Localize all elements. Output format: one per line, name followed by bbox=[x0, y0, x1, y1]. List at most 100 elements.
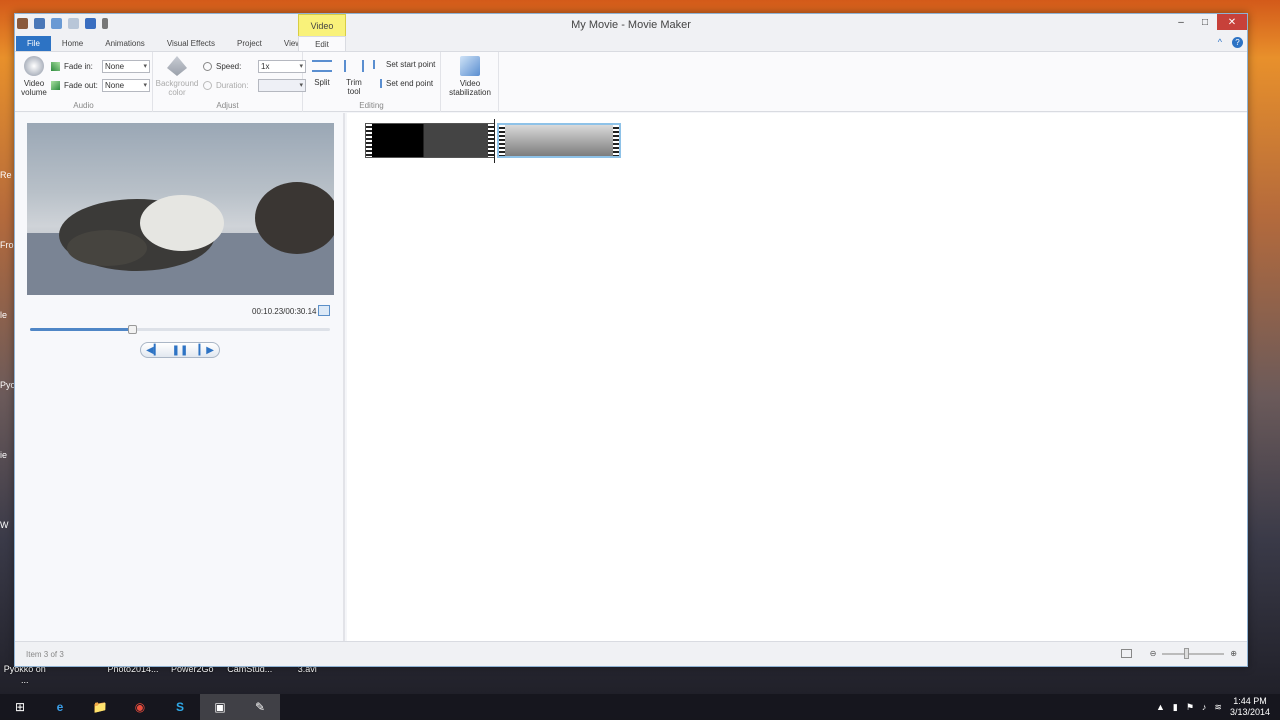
stabilization-icon bbox=[460, 56, 480, 76]
desktop-icon-label[interactable]: Power2Go bbox=[170, 664, 216, 694]
storyboard-view-icon[interactable] bbox=[1120, 649, 1132, 658]
tab-home[interactable]: Home bbox=[51, 36, 94, 51]
trim-tool-label: Trim tool bbox=[346, 78, 362, 96]
desktop-bottom-icons: Pyokko on ... Photo2014... Power2Go CamS… bbox=[0, 664, 330, 694]
video-stabilization-label: Video stabilization bbox=[449, 79, 491, 97]
fade-in-row: Fade in: None bbox=[51, 60, 150, 73]
editing-group-label: Editing bbox=[359, 101, 384, 110]
speaker-icon bbox=[24, 56, 44, 76]
audio-group: Video volume Fade in: None Fade out: Non… bbox=[15, 52, 153, 112]
editing-group: Split Trim tool Set start point Set end … bbox=[303, 52, 441, 112]
video-preview[interactable] bbox=[27, 123, 334, 295]
set-start-point-button[interactable]: Set start point bbox=[373, 60, 435, 69]
skype-icon[interactable]: S bbox=[160, 694, 200, 720]
clock-icon bbox=[203, 81, 212, 90]
tab-edit[interactable]: Edit bbox=[298, 36, 346, 51]
trim-icon bbox=[344, 60, 364, 72]
window-controls: – □ ✕ bbox=[1169, 14, 1247, 30]
desktop-left-icons: Re Fro le Pyo ie W bbox=[0, 170, 16, 590]
desktop-label[interactable]: Re bbox=[0, 170, 14, 180]
next-frame-button[interactable]: ▎▶ bbox=[199, 345, 214, 356]
speed-select[interactable]: 1x bbox=[258, 60, 306, 73]
desktop-label[interactable]: W bbox=[0, 520, 14, 530]
tab-file[interactable]: File bbox=[16, 36, 51, 51]
desktop-label[interactable]: le bbox=[0, 310, 14, 320]
zoom-in-button[interactable]: ⊕ bbox=[1230, 649, 1237, 658]
pause-button[interactable]: ❚❚ bbox=[172, 345, 189, 356]
tab-animations[interactable]: Animations bbox=[94, 36, 156, 51]
maximize-button[interactable]: □ bbox=[1193, 14, 1217, 30]
set-start-point-label: Set start point bbox=[386, 60, 436, 69]
fade-out-icon bbox=[51, 81, 60, 90]
stabilization-group: Video stabilization bbox=[441, 52, 499, 112]
video-stabilization-button[interactable]: Video stabilization bbox=[443, 56, 497, 97]
desktop-icon-label[interactable]: CamStud... bbox=[227, 664, 273, 694]
end-point-icon bbox=[373, 79, 382, 88]
zoom-control: ⊖ ⊕ bbox=[1120, 647, 1237, 659]
background-color-button[interactable]: Background color bbox=[155, 56, 199, 97]
fade-out-row: Fade out: None bbox=[51, 79, 150, 92]
fade-in-label: Fade in: bbox=[64, 62, 93, 71]
desktop-icon-label[interactable]: 3.avi bbox=[285, 664, 331, 694]
speed-row: Speed: 1x bbox=[203, 60, 306, 73]
fullscreen-button[interactable] bbox=[318, 305, 330, 316]
playhead[interactable] bbox=[494, 119, 495, 163]
background-color-label: Background color bbox=[155, 79, 199, 97]
speed-label: Speed: bbox=[216, 62, 242, 71]
tray-network-icon[interactable]: ▮ bbox=[1173, 702, 1178, 713]
set-end-point-button[interactable]: Set end point bbox=[373, 79, 433, 88]
zoom-out-button[interactable]: ⊖ bbox=[1150, 649, 1157, 658]
desktop-label[interactable]: Pyo bbox=[0, 380, 16, 390]
main-content: 00:10.23/00:30.14 ◀▎ ❚❚ ▎▶ bbox=[15, 113, 1247, 641]
tray-flag-icon[interactable]: ⚑ bbox=[1186, 702, 1194, 713]
trim-tool-button[interactable]: Trim tool bbox=[339, 60, 369, 96]
recorder-icon[interactable]: ▣ bbox=[200, 694, 240, 720]
desktop-icon-label[interactable]: Pyokko on ... bbox=[2, 664, 48, 694]
preview-pane: 00:10.23/00:30.14 ◀▎ ❚❚ ▎▶ bbox=[15, 113, 345, 641]
film-sprocket bbox=[499, 125, 505, 156]
tab-visual-effects[interactable]: Visual Effects bbox=[156, 36, 226, 51]
fade-out-label: Fade out: bbox=[64, 81, 98, 90]
title-bar: Video Tools My Movie - Movie Maker – □ ✕ bbox=[15, 14, 1247, 53]
help-icon[interactable]: ? bbox=[1232, 37, 1243, 48]
seek-bar[interactable] bbox=[30, 325, 330, 334]
zoom-slider[interactable] bbox=[1162, 647, 1225, 659]
speedometer-icon bbox=[203, 62, 212, 71]
fade-in-icon bbox=[51, 62, 60, 71]
clip-thumbnail-selected[interactable] bbox=[497, 123, 621, 158]
close-button[interactable]: ✕ bbox=[1217, 14, 1247, 30]
window-title: My Movie - Movie Maker bbox=[571, 19, 691, 31]
split-button[interactable]: Split bbox=[307, 60, 337, 87]
ribbon-right-controls: ^ ? bbox=[1218, 37, 1243, 48]
desktop-label[interactable]: ie bbox=[0, 450, 14, 460]
tab-project[interactable]: Project bbox=[226, 36, 273, 51]
duration-select[interactable] bbox=[258, 79, 306, 92]
seek-thumb[interactable] bbox=[128, 325, 137, 334]
chrome-icon[interactable]: ◉ bbox=[120, 694, 160, 720]
start-point-icon bbox=[373, 60, 382, 69]
clock[interactable]: 1:44 PM 3/13/2014 bbox=[1230, 696, 1270, 718]
ribbon: Video volume Fade in: None Fade out: Non… bbox=[15, 52, 1247, 112]
system-tray: ▲ ▮ ⚑ ♪ ≋ 1:44 PM 3/13/2014 bbox=[1156, 696, 1270, 718]
previous-frame-button[interactable]: ◀▎ bbox=[146, 345, 161, 356]
clip-thumbnail[interactable] bbox=[365, 123, 495, 158]
start-button[interactable]: ⊞ bbox=[0, 694, 40, 720]
desktop-label[interactable]: Fro bbox=[0, 240, 14, 250]
tray-volume-icon[interactable]: ♪ bbox=[1202, 702, 1207, 712]
taskbar: ⊞ e 📁 ◉ S ▣ ✎ ▲ ▮ ⚑ ♪ ≋ 1:44 PM 3/13/201… bbox=[0, 694, 1280, 720]
fade-in-select[interactable]: None bbox=[102, 60, 150, 73]
audio-group-label: Audio bbox=[73, 101, 94, 110]
desktop-icon-label[interactable]: Photo2014... bbox=[108, 664, 159, 694]
paint-bucket-icon bbox=[167, 56, 187, 76]
internet-explorer-icon[interactable]: e bbox=[40, 694, 80, 720]
movie-maker-icon[interactable]: ✎ bbox=[240, 694, 280, 720]
tray-wifi-icon[interactable]: ≋ bbox=[1214, 702, 1222, 713]
file-explorer-icon[interactable]: 📁 bbox=[80, 694, 120, 720]
fade-out-select[interactable]: None bbox=[102, 79, 150, 92]
minimize-button[interactable]: – bbox=[1169, 14, 1193, 30]
collapse-ribbon-icon[interactable]: ^ bbox=[1218, 37, 1222, 48]
zoom-thumb[interactable] bbox=[1184, 647, 1190, 659]
tray-up-arrow-icon[interactable]: ▲ bbox=[1156, 702, 1165, 712]
video-volume-button[interactable]: Video volume bbox=[19, 56, 49, 97]
status-bar: Item 3 of 3 ⊖ ⊕ bbox=[15, 641, 1247, 666]
